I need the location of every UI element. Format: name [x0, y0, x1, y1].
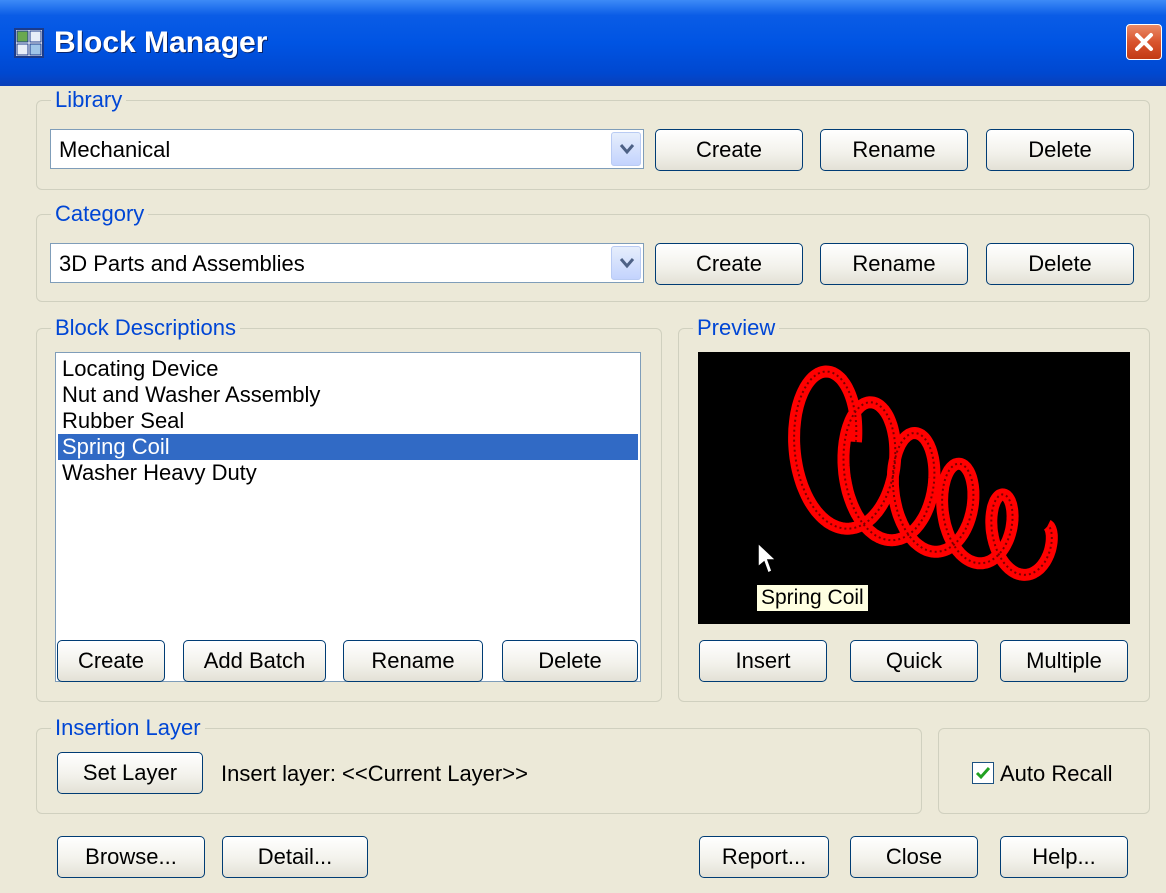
block-preview-canvas: Spring Coil — [698, 352, 1130, 624]
library-legend: Library — [51, 87, 127, 113]
chevron-down-icon[interactable] — [611, 246, 641, 280]
insertion-layer-legend: Insertion Layer — [51, 715, 205, 741]
coil-body — [788, 365, 1058, 581]
auto-recall-label: Auto Recall — [1000, 761, 1113, 786]
close-button[interactable]: Close — [850, 836, 978, 878]
insert-button[interactable]: Insert — [699, 640, 827, 682]
category-delete-button[interactable]: Delete — [986, 243, 1134, 285]
checkmark-icon — [975, 767, 991, 780]
block-descriptions-legend: Block Descriptions — [51, 315, 240, 341]
auto-recall-checkbox[interactable] — [972, 762, 994, 784]
list-item[interactable]: Nut and Washer Assembly — [58, 382, 638, 408]
list-item[interactable]: Washer Heavy Duty — [58, 460, 638, 486]
block-create-button[interactable]: Create — [57, 640, 165, 682]
help-button[interactable]: Help... — [1000, 836, 1128, 878]
list-item[interactable]: Rubber Seal — [58, 408, 638, 434]
close-icon — [1135, 33, 1153, 51]
block-rename-button[interactable]: Rename — [343, 640, 483, 682]
insert-layer-status: Insert layer: <<Current Layer>> — [221, 761, 528, 786]
library-rename-button[interactable]: Rename — [820, 129, 968, 171]
block-delete-button[interactable]: Delete — [502, 640, 638, 682]
block-manager-app-icon — [14, 28, 44, 58]
preview-legend: Preview — [693, 315, 780, 341]
block-list[interactable]: Locating Device Nut and Washer Assembly … — [55, 352, 641, 682]
block-manager-window: Block Manager Library Mechanical Create … — [0, 0, 1166, 893]
category-select[interactable]: 3D Parts and Assemblies — [50, 243, 644, 283]
close-window-button[interactable] — [1126, 24, 1162, 60]
block-add-batch-button[interactable]: Add Batch — [183, 640, 326, 682]
category-create-button[interactable]: Create — [655, 243, 803, 285]
library-create-button[interactable]: Create — [655, 129, 803, 171]
multiple-insert-button[interactable]: Multiple — [1000, 640, 1128, 682]
dialog-client: Library Mechanical Create Rename Delete … — [0, 86, 1166, 893]
library-select[interactable]: Mechanical — [50, 129, 644, 169]
quick-insert-button[interactable]: Quick — [850, 640, 978, 682]
category-legend: Category — [51, 201, 149, 227]
chevron-down-icon[interactable] — [611, 132, 641, 166]
detail-button[interactable]: Detail... — [222, 836, 368, 878]
list-item[interactable]: Locating Device — [58, 356, 638, 382]
category-select-value: 3D Parts and Assemblies — [59, 251, 305, 276]
list-item-selected[interactable]: Spring Coil — [58, 434, 638, 460]
library-select-value: Mechanical — [59, 137, 171, 162]
category-rename-button[interactable]: Rename — [820, 243, 968, 285]
library-delete-button[interactable]: Delete — [986, 129, 1134, 171]
title-bar[interactable]: Block Manager — [0, 0, 1166, 86]
preview-tooltip: Spring Coil — [756, 584, 869, 612]
browse-button[interactable]: Browse... — [57, 836, 205, 878]
mouse-pointer-icon — [757, 542, 778, 575]
set-layer-button[interactable]: Set Layer — [57, 752, 203, 794]
auto-recall-checkbox-row[interactable]: Auto Recall — [972, 760, 1132, 788]
report-button[interactable]: Report... — [699, 836, 829, 878]
window-title: Block Manager — [54, 26, 268, 59]
